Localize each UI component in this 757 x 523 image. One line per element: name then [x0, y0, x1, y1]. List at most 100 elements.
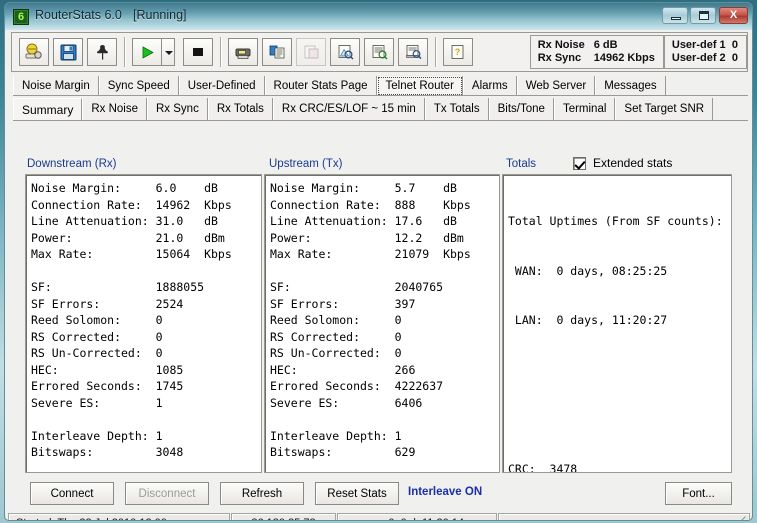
- stop-icon[interactable]: [183, 38, 213, 66]
- primary-tab-sync-speed[interactable]: Sync Speed: [98, 76, 179, 96]
- stat-value: 21.0: [155, 230, 184, 245]
- stat-row: Noise Margin: 5.7 dB: [270, 180, 499, 197]
- stat-row: RS Corrected: 0: [31, 329, 261, 346]
- primary-tab-telnet-router[interactable]: Telnet Router: [376, 76, 463, 96]
- stat-label: Errored Seconds:: [270, 379, 381, 393]
- extended-stats-checkbox[interactable]: Extended stats: [573, 156, 672, 170]
- stat-value: 5.7: [394, 181, 416, 195]
- copy-icon[interactable]: [262, 38, 292, 66]
- svg-text:?: ?: [455, 47, 461, 57]
- uptimes-title-row: Total Uptimes (From SF counts):: [508, 213, 731, 230]
- copy-glyph: [263, 39, 291, 65]
- stat-value: 6.0: [155, 181, 177, 195]
- secondary-tab-rx-noise[interactable]: Rx Noise: [82, 98, 147, 120]
- tab-label: Alarms: [471, 80, 508, 92]
- primary-tab-noise-margin[interactable]: Noise Margin: [13, 76, 99, 96]
- upstream-panel: Noise Margin: 5.7 dB Connection Rate: 888 Kbp…: [264, 174, 500, 473]
- stat-label: HEC:: [31, 362, 59, 377]
- checkbox-box[interactable]: [573, 156, 586, 170]
- help-icon[interactable]: ?: [443, 38, 473, 66]
- minimize-icon[interactable]: [662, 7, 688, 24]
- paste-glyph: [297, 39, 325, 65]
- secondary-tab-rx-sync[interactable]: Rx Sync: [147, 98, 208, 120]
- stat-label: Max Rate:: [270, 247, 333, 261]
- font-button[interactable]: Font...: [665, 482, 732, 505]
- secondary-tab-rx-crc-es-lof-15-min[interactable]: Rx CRC/ES/LOF ~ 15 min: [272, 98, 425, 120]
- stat-row: Power: 21.0 dBm: [31, 230, 261, 247]
- secondary-tab-set-target-snr[interactable]: Set Target SNR: [615, 98, 714, 120]
- rx-noise-row: Rx Noise 6 dB: [538, 39, 655, 52]
- primary-tab-web-server[interactable]: Web Server: [516, 76, 596, 96]
- stat-label: Interleave Depth:: [270, 428, 388, 443]
- lan-label: LAN:: [508, 313, 543, 327]
- six-badge-icon: 6: [13, 9, 29, 25]
- secondary-tab-rx-totals[interactable]: Rx Totals: [207, 98, 273, 120]
- stat-row: Bitswaps: 3048: [31, 444, 261, 461]
- connect-button[interactable]: Connect: [30, 482, 114, 505]
- print-preview-report-icon[interactable]: [398, 38, 428, 66]
- print-preview-page-icon[interactable]: [364, 38, 394, 66]
- maximize-icon[interactable]: [690, 7, 716, 24]
- primary-tab-router-stats-page[interactable]: Router Stats Page: [264, 76, 377, 96]
- refresh-button[interactable]: Refresh: [220, 482, 304, 505]
- stat-row: RS Un-Corrected: 0: [270, 345, 499, 362]
- stat-value: 1888055: [155, 280, 205, 294]
- print-preview-graph-icon[interactable]: [330, 38, 360, 66]
- secondary-tab-terminal[interactable]: Terminal: [553, 98, 616, 120]
- stat-value: 1: [155, 395, 163, 410]
- primary-tab-bar: Noise Margin Sync Speed User-Defined Router…: [13, 75, 748, 96]
- status-ip-address: 86.180.85.78: [231, 513, 336, 520]
- secondary-tab-bits-tone[interactable]: Bits/Tone: [488, 98, 554, 120]
- stat-row: Noise Margin: 6.0 dB: [31, 180, 261, 197]
- stat-row: SF: 1888055: [31, 279, 261, 296]
- stat-value: 0: [394, 346, 402, 360]
- user-def-2-value: 0: [731, 52, 738, 64]
- stat-value: 629: [394, 445, 416, 459]
- toolbar-group-file: [12, 33, 124, 71]
- save-icon[interactable]: [53, 38, 83, 66]
- stat-value: 14962: [155, 197, 191, 212]
- tab-label: Router Stats Page: [273, 80, 368, 92]
- interleave-status: Interleave ON: [408, 486, 483, 498]
- upstream-body: Noise Margin: 5.7 dB Connection Rate: 888 Kbp…: [270, 180, 499, 461]
- run-icon[interactable]: [132, 38, 162, 66]
- stat-label: Reed Solomon:: [31, 313, 122, 327]
- stat-label: RS Corrected:: [31, 329, 122, 344]
- tab-label: Noise Margin: [22, 80, 90, 92]
- tab-label: Rx CRC/ES/LOF ~ 15 min: [281, 103, 416, 115]
- print-icon[interactable]: [228, 38, 258, 66]
- resize-grip-icon[interactable]: [735, 516, 747, 520]
- stat-row: Line Attenuation: 31.0 dB: [31, 213, 261, 230]
- pushpin-icon[interactable]: [87, 38, 117, 66]
- stat-row: Line Attenuation: 17.6 dB: [270, 213, 499, 230]
- tab-label: Tx Totals: [433, 103, 480, 115]
- secondary-tab-underline: [13, 120, 748, 121]
- save-glyph: [54, 39, 82, 65]
- stat-value: 31.0: [155, 214, 184, 228]
- tab-label: Messages: [604, 80, 657, 92]
- secondary-tab-tx-totals[interactable]: Tx Totals: [424, 98, 489, 120]
- close-icon[interactable]: X: [719, 7, 748, 24]
- reset-stats-button[interactable]: Reset Stats: [315, 482, 399, 505]
- primary-tab-underline: [13, 95, 748, 96]
- window-running-badge: [Running]: [133, 8, 187, 22]
- upstream-header: Upstream (Tx): [269, 158, 343, 170]
- stat-label: Bitswaps:: [270, 445, 333, 459]
- secondary-tab-summary[interactable]: Summary: [13, 98, 83, 120]
- rx-sync-row: Rx Sync 14962 Kbps: [538, 52, 655, 65]
- stat-label: Max Rate:: [31, 247, 94, 261]
- button-bar: Connect Disconnect Refresh Reset Stats I…: [25, 482, 732, 508]
- downstream-header: Downstream (Rx): [27, 158, 117, 170]
- stat-row: Interleave Depth: 1: [31, 428, 261, 445]
- stat-row: RS Un-Corrected: 0: [31, 345, 261, 362]
- stat-unit: dB: [204, 214, 218, 228]
- run-dropdown-icon[interactable]: [162, 38, 175, 66]
- primary-tab-user-defined[interactable]: User-Defined: [178, 76, 265, 96]
- stat-row: Connection Rate: 888 Kbps: [270, 197, 499, 214]
- stat-label: RS Un-Corrected:: [270, 346, 381, 360]
- stat-row: HEC: 266: [270, 362, 499, 379]
- lan-row: LAN: 0 days, 11:20:27: [508, 312, 731, 329]
- primary-tab-alarms[interactable]: Alarms: [462, 76, 517, 96]
- primary-tab-messages[interactable]: Messages: [595, 76, 666, 96]
- settings-icon[interactable]: [19, 38, 49, 66]
